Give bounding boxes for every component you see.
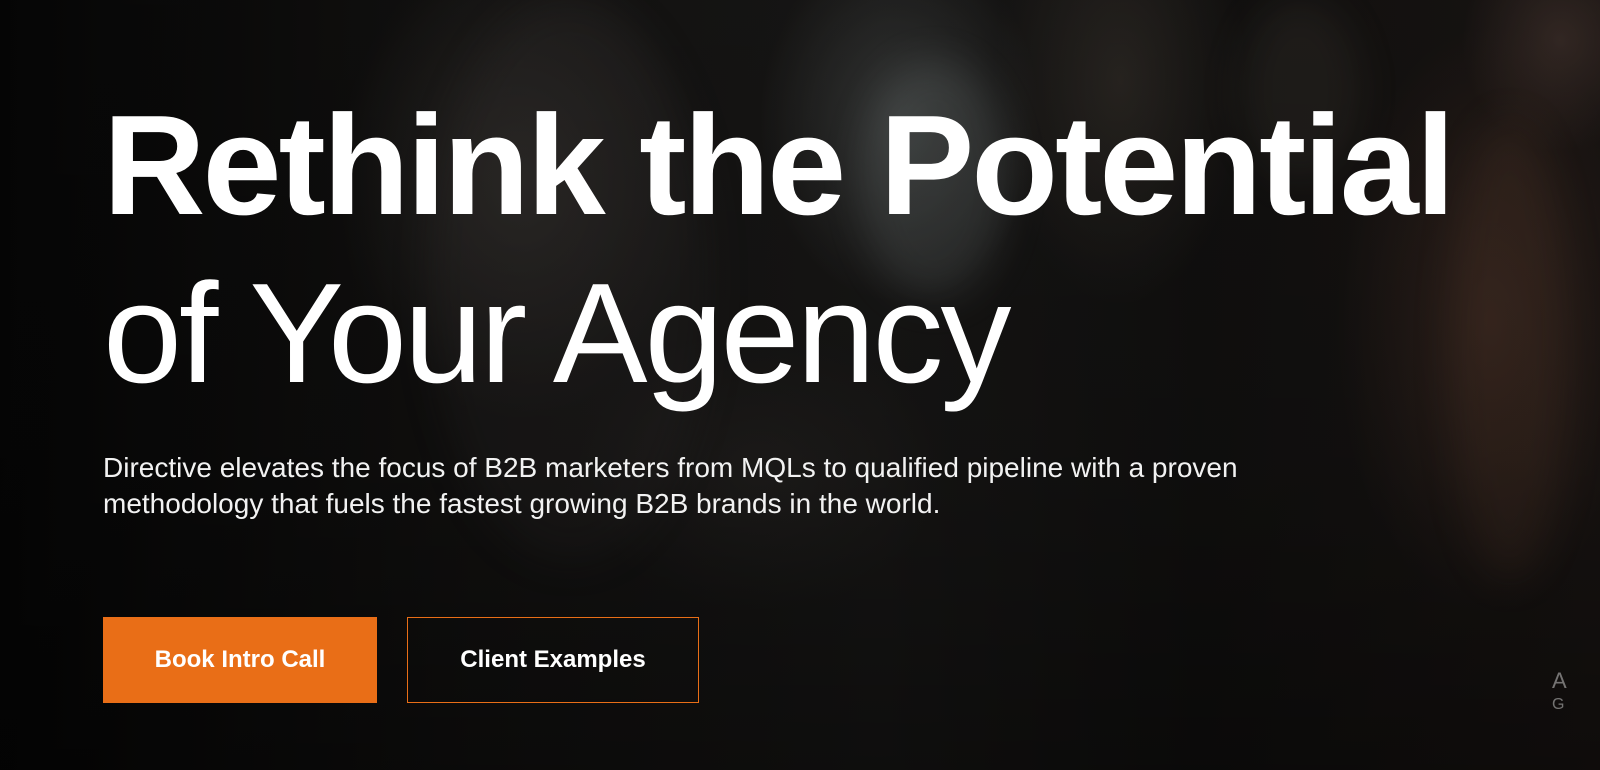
offscreen-widget-text: A G (1552, 668, 1567, 716)
offscreen-widget-subtitle: G (1552, 696, 1565, 713)
hero-headline-line2: of Your Agency (103, 254, 1011, 413)
offscreen-widget-title: A (1552, 668, 1567, 693)
hero-headline-line1: Rethink the Potential (103, 86, 1455, 245)
client-examples-button[interactable]: Client Examples (407, 617, 699, 703)
hero-section: Rethink the Potential of Your Agency Dir… (0, 0, 1600, 770)
hero-subheadline: Directive elevates the focus of B2B mark… (103, 452, 1238, 519)
book-intro-call-button[interactable]: Book Intro Call (103, 617, 377, 703)
hero-headline: Rethink the Potential of Your Agency (103, 86, 1455, 413)
